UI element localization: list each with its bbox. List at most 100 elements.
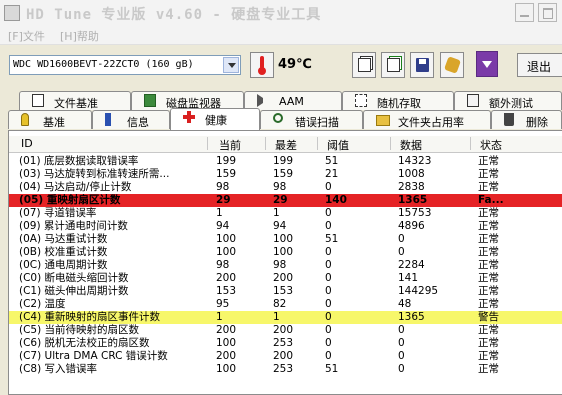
threshold-value-cell: 0 [325,259,332,271]
tab-erase[interactable]: 删除 [491,110,562,129]
attribute-name-cell: (01) 底层数据读取错误率 [19,155,139,167]
attribute-name-cell: (C6) 脱机无法校正的扇区数 [19,337,150,349]
random-access-icon [355,94,367,107]
threshold-value-cell: 0 [325,324,332,336]
column-header-data[interactable]: 数据 [400,137,422,153]
tab-extra-tests[interactable]: 额外测试 [454,91,562,110]
column-divider [207,137,208,150]
attribute-name-cell: (C7) Ultra DMA CRC 错误计数 [19,350,168,362]
table-row[interactable]: (C6) 脱机无法校正的扇区数 100 253 0 0 正常 [9,337,562,350]
status-cell: 正常 [478,324,499,336]
table-row[interactable]: (C5) 当前待映射的扇区数 200 200 0 0 正常 [9,324,562,337]
worst-value-cell: 98 [273,181,287,193]
column-header-id[interactable]: ID [21,137,33,150]
column-header-threshold[interactable]: 阈值 [327,137,349,153]
table-row[interactable]: (0A) 马达重试计数 100 100 51 0 正常 [9,233,562,246]
column-divider [265,137,266,150]
tab-folder-usage[interactable]: 文件夹占用率 [363,110,491,129]
raw-data-cell: 0 [398,246,405,258]
copy-screenshot-button[interactable] [381,52,405,78]
status-cell: 正常 [478,168,499,180]
error-scan-icon [273,113,283,123]
status-cell: 正常 [478,298,499,310]
table-row[interactable]: (C4) 重新映射的扇区事件计数 1 1 0 1365 警告 [9,311,562,324]
tab-info[interactable]: 信息 [92,110,170,129]
tab-aam[interactable]: AAM [244,91,342,110]
table-row[interactable]: (09) 累计通电时间计数 94 94 0 4896 正常 [9,220,562,233]
attribute-name-cell: (03) 马达旋转到标准转速所需... [19,168,170,180]
table-row[interactable]: (05) 重映射扇区计数 29 29 140 1365 Fa... [9,194,562,207]
current-value-cell: 94 [216,220,230,232]
status-cell: 正常 [478,363,499,375]
table-row[interactable]: (C8) 写入错误率 100 253 51 0 正常 [9,363,562,376]
menu-file[interactable]: [F]文件 [8,28,45,44]
threshold-value-cell: 0 [325,337,332,349]
table-row[interactable]: (04) 马达启动/停止计数 98 98 0 2838 正常 [9,181,562,194]
column-header-status[interactable]: 状态 [480,137,502,153]
worst-value-cell: 159 [273,168,294,180]
attribute-name-cell: (07) 寻道错误率 [19,207,97,219]
menu-bar: [F]文件 [H]帮助 [0,26,562,45]
current-value-cell: 100 [216,337,237,349]
tab-file-benchmark[interactable]: 文件基准 [19,91,131,110]
current-value-cell: 98 [216,259,230,271]
raw-data-cell: 0 [398,337,405,349]
title-bar: HD Tune 专业版 v4.60 - 硬盘专业工具 [0,0,562,27]
column-header-worst[interactable]: 最差 [275,137,297,153]
health-panel: ID 当前 最差 阈值 数据 状态 (01) 底层数据读取错误率 199 199 51… [8,130,562,395]
menu-help[interactable]: [H]帮助 [60,28,99,44]
worst-value-cell: 253 [273,363,294,375]
toolbar: WDC WD1600BEVT-22ZCT0 (160 gB) 49℃ 退出 [0,45,562,83]
threshold-value-cell: 0 [325,350,332,362]
exit-button[interactable]: 退出 [517,53,562,77]
worst-value-cell: 200 [273,350,294,362]
options-button[interactable] [440,52,464,78]
maximize-button[interactable] [538,3,557,22]
table-row[interactable]: (0B) 校准重试计数 100 100 0 0 正常 [9,246,562,259]
table-row[interactable]: (C0) 断电磁头缩回计数 200 200 0 141 正常 [9,272,562,285]
tab-random-access[interactable]: 随机存取 [342,91,454,110]
app-icon [4,5,20,21]
table-row[interactable]: (C7) Ultra DMA CRC 错误计数 200 200 0 0 正常 [9,350,562,363]
worst-value-cell: 94 [273,220,287,232]
download-button[interactable] [476,51,498,77]
copy-text-button[interactable] [352,52,376,78]
worst-value-cell: 200 [273,272,294,284]
minimize-button[interactable] [515,3,534,22]
temperature-button[interactable] [250,52,274,78]
table-header: ID 当前 最差 阈值 数据 状态 [9,136,562,153]
current-value-cell: 95 [216,298,230,310]
save-button[interactable] [410,52,434,78]
column-divider [390,137,391,150]
threshold-value-cell: 0 [325,181,332,193]
status-cell: 正常 [478,155,499,167]
worst-value-cell: 29 [273,194,288,206]
tab-benchmark[interactable]: 基准 [8,110,92,129]
worst-value-cell: 82 [273,298,287,310]
info-icon [105,113,111,126]
worst-value-cell: 200 [273,324,294,336]
threshold-value-cell: 51 [325,233,339,245]
attribute-name-cell: (0B) 校准重试计数 [19,246,108,258]
threshold-value-cell: 51 [325,363,339,375]
file-benchmark-icon [32,94,44,107]
worst-value-cell: 199 [273,155,294,167]
drive-select[interactable]: WDC WD1600BEVT-22ZCT0 (160 gB) [9,55,241,75]
table-row[interactable]: (0C) 通电周期计数 98 98 0 2284 正常 [9,259,562,272]
attribute-name-cell: (C2) 温度 [19,298,66,310]
tab-health[interactable]: 健康 [170,108,260,130]
table-row[interactable]: (01) 底层数据读取错误率 199 199 51 14323 正常 [9,155,562,168]
status-cell: 正常 [478,233,499,245]
table-row[interactable]: (07) 寻道错误率 1 1 0 15753 正常 [9,207,562,220]
attribute-name-cell: (C5) 当前待映射的扇区数 [19,324,140,336]
table-row[interactable]: (C2) 温度 95 82 0 48 正常 [9,298,562,311]
table-row[interactable]: (03) 马达旋转到标准转速所需... 159 159 21 1008 正常 [9,168,562,181]
raw-data-cell: 1365 [398,194,428,206]
attribute-name-cell: (C1) 磁头伸出周期计数 [19,285,129,297]
raw-data-cell: 4896 [398,220,425,232]
tab-error-scan[interactable]: 错误扫描 [260,110,363,129]
current-value-cell: 200 [216,350,237,362]
column-header-current[interactable]: 当前 [219,137,241,153]
table-row[interactable]: (C1) 磁头伸出周期计数 153 153 0 144295 正常 [9,285,562,298]
chevron-down-icon[interactable] [223,57,239,73]
